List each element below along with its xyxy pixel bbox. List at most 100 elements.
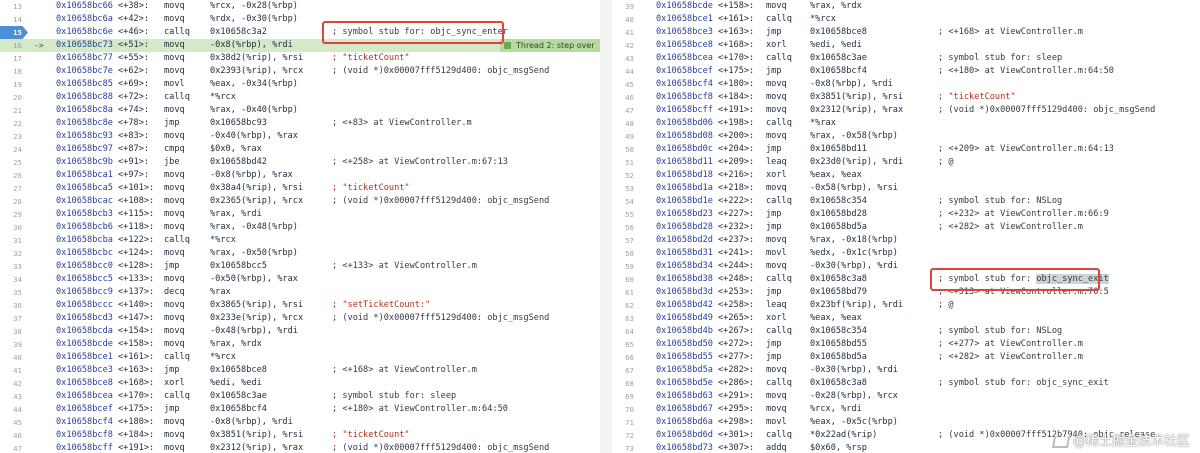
disassembly-line[interactable]: 63 0x10658bd49 <+265>: xorl %eax, %eax: [612, 312, 1200, 325]
instruction-operands: %edi, %edi: [810, 40, 862, 50]
right-disassembly-pane[interactable]: 39 0x10658bcde <+158>: movq %rax, %rdx 40 0x10…: [612, 0, 1200, 453]
instruction-address: 0x10658bca1: [56, 170, 113, 180]
disassembly-line[interactable]: 15 0x10658bc6e <+46>: callq 0x10658c3a2; sym…: [0, 26, 600, 39]
disassembly-line[interactable]: 52 0x10658bd18 <+216>: xorl %eax, %eax: [612, 169, 1200, 182]
disassembly-line[interactable]: 34 0x10658bcc5 <+133>: movq -0x50(%rbp), %ra…: [0, 273, 600, 286]
disassembly-line[interactable]: 50 0x10658bd0c <+204>: jmp 0x10658bd11 ; <+20…: [612, 143, 1200, 156]
instruction-operands: 0x10658c3a2: [210, 27, 267, 37]
disassembly-line[interactable]: 31 0x10658bcba <+122>: callq *%rcx: [0, 234, 600, 247]
disassembly-line[interactable]: 37 0x10658bcd3 <+147>: movq 0x233e(%rip), %r…: [0, 312, 600, 325]
disassembly-line[interactable]: 59 0x10658bd34 <+244>: movq -0x30(%rbp), %rd…: [612, 260, 1200, 273]
disassembly-line[interactable]: 24 0x10658bc97 <+87>: cmpq $0x0, %rax: [0, 143, 600, 156]
disassembly-line[interactable]: 41 0x10658bce3 <+163>: jmp 0x10658bce8 ; <+16…: [0, 364, 600, 377]
disassembly-line[interactable]: 57 0x10658bd2d <+237>: movq %rax, -0x18(%rbp…: [612, 234, 1200, 247]
disassembly-line[interactable]: 13 0x10658bc66 <+38>: movq %rcx, -0x28(%rbp): [0, 0, 600, 13]
disassembly-line[interactable]: 54 0x10658bd1e <+222>: callq 0x10658c354 ; sy…: [612, 195, 1200, 208]
disassembly-line[interactable]: 28 0x10658bcac <+108>: movq 0x2365(%rip), %r…: [0, 195, 600, 208]
disassembly-line[interactable]: 36 0x10658bccc <+140>: movq 0x3865(%rip), %r…: [0, 299, 600, 312]
line-number: 46: [625, 93, 634, 102]
instruction-offset: <+218>:: [718, 183, 755, 193]
disassembly-line[interactable]: 14 0x10658bc6a <+42>: movq %rdx, -0x30(%rbp): [0, 13, 600, 26]
disassembly-line[interactable]: 53 0x10658bd1a <+218>: movq -0x58(%rbp), %rs…: [612, 182, 1200, 195]
disassembly-line[interactable]: 42 0x10658bce8 <+168>: xorl %edi, %edi: [0, 377, 600, 390]
disassembly-line[interactable]: 65 0x10658bd50 <+272>: jmp 0x10658bd55 ; <+27…: [612, 338, 1200, 351]
disassembly-line[interactable]: 27 0x10658bca5 <+101>: movq 0x38a4(%rip), %r…: [0, 182, 600, 195]
disassembly-line[interactable]: 62 0x10658bd42 <+258>: leaq 0x23bf(%rip), %r…: [612, 299, 1200, 312]
disassembly-line[interactable]: 22 0x10658bc8e <+78>: jmp 0x10658bc93 ; <+83>…: [0, 117, 600, 130]
disassembly-line[interactable]: 47 0x10658bcff <+191>: movq 0x2312(%rip), %r…: [612, 104, 1200, 117]
disassembly-line[interactable]: 47 0x10658bcff <+191>: movq 0x2312(%rip), %r…: [0, 442, 600, 453]
instruction-operands: %edx, -0x1c(%rbp): [810, 248, 898, 258]
instruction-offset: <+163>:: [718, 27, 755, 37]
disassembly-line[interactable]: 48 0x10658bd06 <+198>: callq *%rax: [612, 117, 1200, 130]
instruction-mnemonic: jmp: [164, 261, 180, 271]
disassembly-line[interactable]: 40 0x10658bce1 <+161>: callq *%rcx: [612, 13, 1200, 26]
disassembly-line[interactable]: 40 0x10658bce1 <+161>: callq *%rcx: [0, 351, 600, 364]
instruction-address: 0x10658bd73: [656, 443, 713, 453]
instruction-mnemonic: xorl: [766, 170, 787, 180]
disassembly-line[interactable]: 45 0x10658bcf4 <+180>: movq -0x8(%rbp), %rdi: [612, 78, 1200, 91]
disassembly-line[interactable]: 43 0x10658bcea <+170>: callq 0x10658c3ae ; sy…: [0, 390, 600, 403]
instruction-mnemonic: movq: [164, 131, 185, 141]
instruction-operands: 0x10658bd11: [810, 144, 867, 154]
disassembly-line[interactable]: 19 0x10658bc85 <+69>: movl %eax, -0x34(%rbp): [0, 78, 600, 91]
disassembly-line[interactable]: 45 0x10658bcf4 <+180>: movq -0x8(%rbp), %rdi: [0, 416, 600, 429]
disassembly-line[interactable]: 58 0x10658bd31 <+241>: movl %edx, -0x1c(%rbp…: [612, 247, 1200, 260]
disassembly-line[interactable]: 17 0x10658bc77 <+55>: movq 0x38d2(%rip), %rs…: [0, 52, 600, 65]
disassembly-line[interactable]: 32 0x10658bcbc <+124>: movq %rax, -0x50(%rbp…: [0, 247, 600, 260]
instruction-comment: ; (void *)0x00007fff5129d400: objc_msgSe…: [938, 105, 1156, 115]
disassembly-line[interactable]: 46 0x10658bcf8 <+184>: movq 0x3851(%rip), %r…: [612, 91, 1200, 104]
disassembly-line[interactable]: 38 0x10658bcda <+154>: movq -0x48(%rbp), %rd…: [0, 325, 600, 338]
instruction-mnemonic: movq: [766, 365, 787, 375]
disassembly-line[interactable]: 44 0x10658bcef <+175>: jmp 0x10658bcf4 ; <+18…: [0, 403, 600, 416]
instruction-address: 0x10658bcf8: [656, 92, 713, 102]
disassembly-line[interactable]: 71 0x10658bd6a <+298>: movl %eax, -0x5c(%rbp…: [612, 416, 1200, 429]
disassembly-line[interactable]: 51 0x10658bd11 <+209>: leaq 0x23d0(%rip), %r…: [612, 156, 1200, 169]
disassembly-line[interactable]: 64 0x10658bd4b <+267>: callq 0x10658c354 ; sy…: [612, 325, 1200, 338]
instruction-mnemonic: movl: [766, 417, 787, 427]
instruction-operands: %rax, -0x50(%rbp): [210, 248, 298, 258]
disassembly-line[interactable]: 55 0x10658bd23 <+227>: jmp 0x10658bd28 ; <+23…: [612, 208, 1200, 221]
disassembly-line[interactable]: 56 0x10658bd28 <+232>: jmp 0x10658bd5a ; <+28…: [612, 221, 1200, 234]
disassembly-line[interactable]: 21 0x10658bc8a <+74>: movq %rax, -0x40(%rbp): [0, 104, 600, 117]
disassembly-line[interactable]: 70 0x10658bd67 <+295>: movq %rcx, %rdi: [612, 403, 1200, 416]
disassembly-line[interactable]: 43 0x10658bcea <+170>: callq 0x10658c3ae ; sy…: [612, 52, 1200, 65]
disassembly-line[interactable]: 20 0x10658bc88 <+72>: callq *%rcx: [0, 91, 600, 104]
instruction-operands: 0x10658c3a8: [810, 274, 867, 284]
disassembly-line[interactable]: 39 0x10658bcde <+158>: movq %rax, %rdx: [0, 338, 600, 351]
instruction-offset: <+216>:: [718, 170, 755, 180]
disassembly-line[interactable]: 42 0x10658bce8 <+168>: xorl %edi, %edi: [612, 39, 1200, 52]
disassembly-line[interactable]: 33 0x10658bcc0 <+128>: jmp 0x10658bcc5 ; <+13…: [0, 260, 600, 273]
instruction-address: 0x10658bce8: [56, 378, 113, 388]
instruction-offset: <+232>:: [718, 222, 755, 232]
disassembly-line[interactable]: 69 0x10658bd63 <+291>: movq -0x28(%rbp), %rc…: [612, 390, 1200, 403]
disassembly-line[interactable]: 61 0x10658bd3d <+253>: jmp 0x10658bd79; <+31…: [612, 286, 1200, 299]
line-number: 43: [13, 392, 22, 401]
disassembly-line[interactable]: 16 -> 0x10658bc73 <+51>: movq -0x8(%rbp), %rd…: [0, 39, 600, 52]
instruction-comment: ; "ticketCount": [332, 183, 410, 193]
instruction-offset: <+170>:: [118, 391, 155, 401]
instruction-comment: ; (void *)0x00007fff5129d400: objc_msgSe…: [332, 313, 550, 323]
instruction-comment: ; symbol stub for: sleep: [332, 391, 457, 401]
disassembly-line[interactable]: 29 0x10658bcb3 <+115>: movq %rax, %rdi: [0, 208, 600, 221]
disassembly-line[interactable]: 30 0x10658bcb6 <+118>: movq %rax, -0x48(%rbp…: [0, 221, 600, 234]
disassembly-line[interactable]: 41 0x10658bce3 <+163>: jmp 0x10658bce8 ; <+16…: [612, 26, 1200, 39]
left-disassembly-pane[interactable]: 13 0x10658bc66 <+38>: movq %rcx, -0x28(%rbp)…: [0, 0, 600, 453]
instruction-operands: %eax, %eax: [810, 170, 862, 180]
instruction-operands: -0x8(%rbp), %rax: [210, 170, 293, 180]
disassembly-line[interactable]: 35 0x10658bcc9 <+137>: decq %rax: [0, 286, 600, 299]
disassembly-line[interactable]: 23 0x10658bc93 <+83>: movq -0x40(%rbp), %rax: [0, 130, 600, 143]
disassembly-line[interactable]: 49 0x10658bd08 <+200>: movq %rax, -0x58(%rbp…: [612, 130, 1200, 143]
disassembly-line[interactable]: 46 0x10658bcf8 <+184>: movq 0x3851(%rip), %r…: [0, 429, 600, 442]
disassembly-line[interactable]: 39 0x10658bcde <+158>: movq %rax, %rdx: [612, 0, 1200, 13]
disassembly-line[interactable]: 68 0x10658bd5e <+286>: callq 0x10658c3a8 ; sy…: [612, 377, 1200, 390]
disassembly-line[interactable]: 60 0x10658bd38 <+248>: callq 0x10658c3a8; sy…: [612, 273, 1200, 286]
disassembly-line[interactable]: 44 0x10658bcef <+175>: jmp 0x10658bcf4 ; <+18…: [612, 65, 1200, 78]
disassembly-line[interactable]: 66 0x10658bd55 <+277>: jmp 0x10658bd5a ; <+28…: [612, 351, 1200, 364]
disassembly-line[interactable]: 67 0x10658bd5a <+282>: movq -0x30(%rbp), %rd…: [612, 364, 1200, 377]
instruction-offset: <+62>:: [118, 66, 150, 76]
disassembly-line[interactable]: 25 0x10658bc9b <+91>: jbe 0x10658bd42 ; <+258…: [0, 156, 600, 169]
disassembly-line[interactable]: 26 0x10658bca1 <+97>: movq -0x8(%rbp), %rax: [0, 169, 600, 182]
disassembly-line[interactable]: 18 0x10658bc7e <+62>: movq 0x2393(%rip), %rc…: [0, 65, 600, 78]
line-number: 18: [13, 67, 22, 76]
